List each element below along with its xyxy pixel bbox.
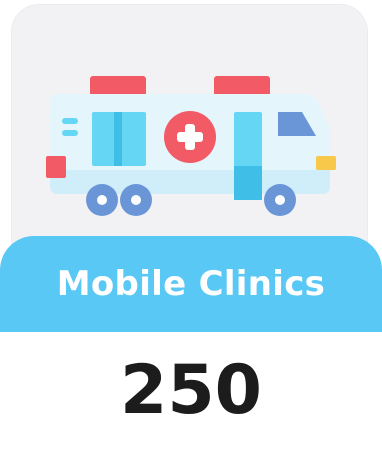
label-band: Mobile Clinics [0, 236, 382, 332]
card-label: Mobile Clinics [56, 264, 326, 304]
icon-area [0, 0, 382, 240]
ambulance-icon [46, 76, 336, 216]
card-value: 250 [120, 351, 262, 430]
value-area: 250 [0, 332, 382, 450]
